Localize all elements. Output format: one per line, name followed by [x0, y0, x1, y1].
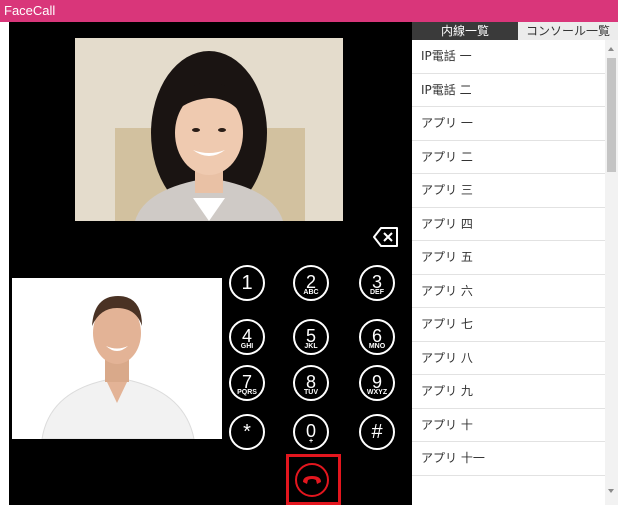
dial-key-letters: ABC: [303, 289, 319, 296]
list-item[interactable]: アプリ 二: [412, 141, 605, 174]
list-item[interactable]: アプリ 三: [412, 174, 605, 208]
dial-key-letters: TUV: [304, 389, 318, 396]
list-item[interactable]: アプリ 一: [412, 107, 605, 141]
dial-key-letters: GHI: [240, 343, 254, 350]
list-item[interactable]: アプリ 十一: [412, 442, 605, 476]
dial-key-0[interactable]: 0 +: [293, 414, 329, 450]
dial-key-letters: +: [308, 438, 314, 445]
scroll-down-arrow-icon[interactable]: [608, 489, 614, 493]
dial-key-letters: PQRS: [237, 389, 257, 396]
hangup-button-highlight: [286, 454, 341, 505]
hangup-icon: [303, 476, 321, 484]
local-video: [12, 278, 222, 439]
list-item[interactable]: アプリ 五: [412, 241, 605, 275]
extension-list: IP電話 一 IP電話 二 アプリ 一 アプリ 二 アプリ 三 アプリ 四 アプ…: [412, 40, 605, 476]
app-title-bar: FaceCall: [0, 0, 618, 22]
list-item[interactable]: IP電話 一: [412, 40, 605, 74]
list-item[interactable]: IP電話 二: [412, 74, 605, 107]
call-panel: 1 2 ABC 3 DEF 4 GHI 5 JKL 6 MNO 7 PQRS 8…: [9, 22, 412, 505]
dial-key-1[interactable]: 1: [229, 265, 265, 301]
dial-key-digit: 1: [241, 272, 253, 294]
dial-key-2[interactable]: 2 ABC: [293, 265, 329, 301]
list-item[interactable]: アプリ 四: [412, 208, 605, 241]
dial-key-letters: WXYZ: [366, 389, 388, 396]
dial-key-hash[interactable]: #: [359, 414, 395, 450]
hangup-button[interactable]: [295, 463, 329, 497]
dial-key-5[interactable]: 5 JKL: [293, 319, 329, 355]
scrollbar-thumb[interactable]: [607, 58, 616, 172]
backspace-button[interactable]: [372, 224, 400, 250]
dial-key-7[interactable]: 7 PQRS: [229, 365, 265, 401]
dial-key-6[interactable]: 6 MNO: [359, 319, 395, 355]
tab-extension-list[interactable]: 内線一覧: [412, 22, 518, 40]
tab-bar: 内線一覧 コンソール一覧: [412, 22, 618, 40]
remote-video: [75, 38, 343, 221]
dial-key-digit: #: [371, 421, 383, 443]
tab-console-list[interactable]: コンソール一覧: [518, 22, 618, 40]
list-item[interactable]: アプリ 十: [412, 409, 605, 442]
dial-key-letters: MNO: [368, 343, 386, 350]
dial-key-9[interactable]: 9 WXYZ: [359, 365, 395, 401]
list-item[interactable]: アプリ 七: [412, 308, 605, 342]
dial-key-letters: DEF: [370, 289, 384, 296]
contacts-panel: 内線一覧 コンソール一覧 IP電話 一 IP電話 二 アプリ 一 アプリ 二 ア…: [412, 22, 618, 505]
list-item[interactable]: アプリ 八: [412, 342, 605, 375]
dial-key-digit: *: [243, 421, 251, 443]
dial-key-4[interactable]: 4 GHI: [229, 319, 265, 355]
app-title: FaceCall: [4, 3, 56, 18]
dial-key-3[interactable]: 3 DEF: [359, 265, 395, 301]
dial-key-letters: JKL: [304, 343, 318, 350]
list-item[interactable]: アプリ 九: [412, 375, 605, 409]
list-item[interactable]: アプリ 六: [412, 275, 605, 308]
scroll-up-arrow-icon[interactable]: [608, 47, 614, 51]
dial-key-star[interactable]: *: [229, 414, 265, 450]
list-scrollbar[interactable]: [605, 40, 618, 505]
dial-key-8[interactable]: 8 TUV: [293, 365, 329, 401]
backspace-icon: [373, 227, 398, 247]
